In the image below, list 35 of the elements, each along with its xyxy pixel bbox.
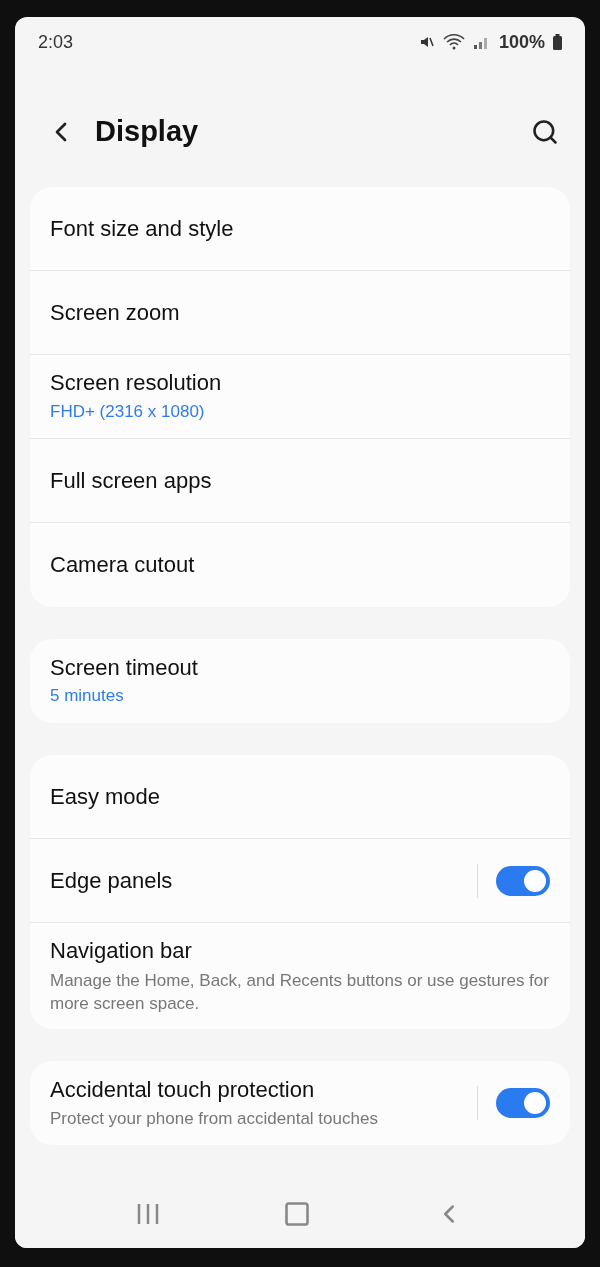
item-title: Screen resolution [50,369,223,397]
item-title: Edge panels [50,866,174,895]
settings-item[interactable]: Full screen apps [30,439,570,523]
settings-item[interactable]: Easy mode [30,755,570,839]
status-time: 2:03 [38,30,74,54]
settings-item[interactable]: Accidental touch protection Protect your phone from accidental touches [30,1061,570,1146]
item-title: Navigation bar [50,937,193,965]
item-title: Screen zoom [50,298,181,327]
item-title: Easy mode [50,782,162,811]
battery-percent: 100% [498,30,545,54]
item-title: Accidental touch protection [50,1075,316,1104]
item-title: Screen timeout [50,653,199,681]
settings-item[interactable]: Screen zoom [30,271,570,355]
item-description: Manage the Home, Back, and Recents buttons or use gestures for more screen space. [50,969,550,1015]
settings-item[interactable]: Screen resolution FHD+ (2316 x 1080) [30,355,570,439]
wifi-icon [442,34,465,50]
item-title: Camera cutout [50,551,196,579]
item-summary: 5 minutes [50,685,125,707]
recents-icon[interactable] [136,1203,161,1225]
settings-item[interactable]: Camera cutout [30,523,570,607]
item-description: Protect your phone from accidental touches [50,1108,379,1131]
mute-icon [418,34,435,50]
settings-item[interactable]: Screen timeout 5 minutes [30,639,570,723]
search-icon[interactable] [531,118,559,146]
item-summary: FHD+ (2316 x 1080) [50,400,206,423]
page-title: Display [95,114,200,150]
settings-item[interactable]: Edge panels [30,839,570,923]
battery-icon [553,34,562,50]
item-title: Full screen apps [50,466,213,495]
settings-item[interactable]: Font size and style [30,187,570,271]
toggle-switch[interactable] [496,865,550,896]
toggle-switch[interactable] [496,1088,550,1119]
item-title: Font size and style [50,214,235,243]
settings-item[interactable]: Navigation bar Manage the Home, Back, and Recents buttons or use gestures for more screen space. [30,923,570,1030]
home-icon[interactable] [283,1200,311,1228]
